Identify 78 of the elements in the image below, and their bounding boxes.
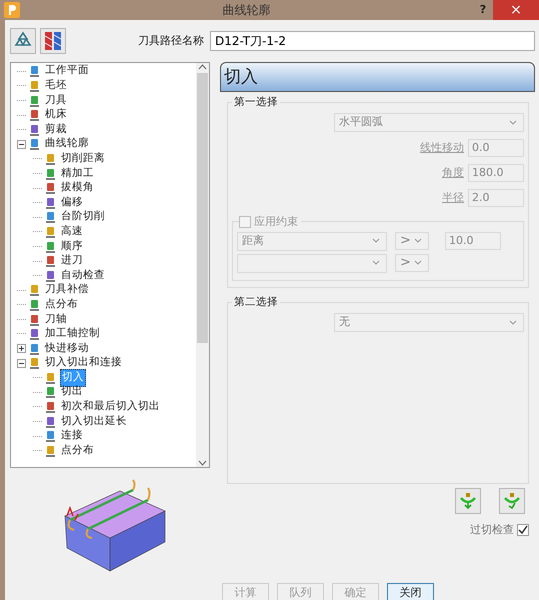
tree-item[interactable]: 高速 (60, 224, 84, 240)
tree-item[interactable]: 工作平面 (44, 63, 90, 80)
tree-item[interactable]: 连接 (60, 428, 84, 444)
checkbox-label: 应用约束 (251, 215, 301, 228)
dialog-button[interactable]: 关闭 (387, 583, 434, 600)
scroll-up-icon[interactable] (198, 63, 207, 71)
help-button[interactable]: ? (473, 2, 493, 18)
tree-item[interactable]: 进刀 (60, 253, 84, 269)
tool-icon (44, 400, 57, 414)
tool-icon (28, 94, 41, 107)
tool-icon (28, 298, 41, 312)
tree-item[interactable]: 切削距离 (60, 150, 106, 167)
tool-icon (44, 371, 57, 384)
tree-item[interactable]: 切入切出延长 (60, 414, 128, 430)
tree-item[interactable]: 刀轴 (44, 312, 68, 328)
tool-icon (44, 415, 57, 428)
tree-item[interactable]: 加工轴控制 (44, 326, 101, 342)
close-button[interactable]: × (493, 0, 539, 20)
caret-icon[interactable] (370, 237, 382, 245)
tree-item[interactable]: 刀具 (44, 92, 68, 108)
tree-item[interactable]: 刀具补偿 (44, 282, 90, 298)
tree-item[interactable]: 机床 (44, 107, 68, 123)
tree-item[interactable]: 拔模角 (60, 180, 95, 196)
tree-item[interactable]: 偏移 (60, 194, 84, 211)
tool-icon (28, 342, 41, 356)
tool-icon (28, 312, 41, 326)
tree-item[interactable]: 初次和最后切入切出 (60, 399, 161, 415)
window-title: 曲线轮廓 (222, 2, 272, 19)
checkbox-label: 过切检查 (470, 522, 514, 538)
overcut-checkbox[interactable] (517, 524, 529, 536)
page-header: 切入 (220, 62, 535, 92)
tree-item[interactable]: 自动检查 (60, 268, 106, 284)
scrollbar[interactable] (196, 63, 209, 467)
scroll-down-icon[interactable] (198, 459, 207, 467)
tool-icon (28, 284, 41, 297)
tool-icon (28, 108, 41, 122)
toolpath-name-field[interactable]: D12-T刀-1-2 (210, 31, 535, 51)
tool-icon (44, 444, 57, 458)
tool-icon (44, 152, 57, 166)
caret-icon[interactable] (412, 259, 424, 267)
field-label: 线性移动 (420, 140, 464, 156)
expander-icon[interactable] (17, 344, 26, 354)
tool-icon (28, 138, 41, 151)
tree-item[interactable]: 毛坯 (44, 78, 68, 94)
tool-icon (44, 196, 57, 210)
tree-item[interactable]: 切出 (60, 384, 84, 400)
tool-icon (28, 356, 41, 370)
field-label: 刀具路径名称 (138, 32, 204, 49)
field-label: 角度 (442, 164, 464, 181)
caret-icon[interactable] (370, 259, 382, 267)
tool-icon (44, 430, 57, 443)
tree-item[interactable]: 顺序 (60, 238, 84, 254)
tool-icon (44, 225, 57, 238)
tool-icon (44, 269, 57, 282)
app-icon (4, 2, 20, 18)
tree-item[interactable]: 切入切出和连接 (44, 355, 123, 372)
caret-icon[interactable] (412, 237, 424, 245)
tool-icon (44, 210, 57, 224)
tool-icon (44, 240, 57, 253)
tree-item[interactable]: 台阶切削 (60, 209, 106, 226)
tree-item[interactable]: 点分布 (60, 442, 95, 459)
tool-icon (44, 166, 57, 180)
expander-icon[interactable] (17, 140, 26, 149)
tool-icon (28, 123, 41, 136)
expander-icon[interactable] (17, 358, 26, 368)
tool-icon (44, 182, 57, 195)
tree-item[interactable]: 精加工 (60, 166, 95, 182)
tool-icon (28, 327, 41, 340)
tool-icon (44, 386, 57, 399)
field-label: 半径 (442, 190, 464, 206)
tool-icon (28, 79, 41, 92)
tree-item[interactable]: 曲线轮廓 (44, 136, 90, 152)
pattern-icon[interactable] (40, 28, 66, 54)
tree-item[interactable]: 快进移动 (44, 340, 90, 356)
tree-item[interactable]: 点分布 (44, 296, 79, 313)
tool-icon (44, 254, 57, 268)
tool-icon (28, 64, 41, 78)
tree-item[interactable]: 剪裁 (44, 122, 68, 138)
